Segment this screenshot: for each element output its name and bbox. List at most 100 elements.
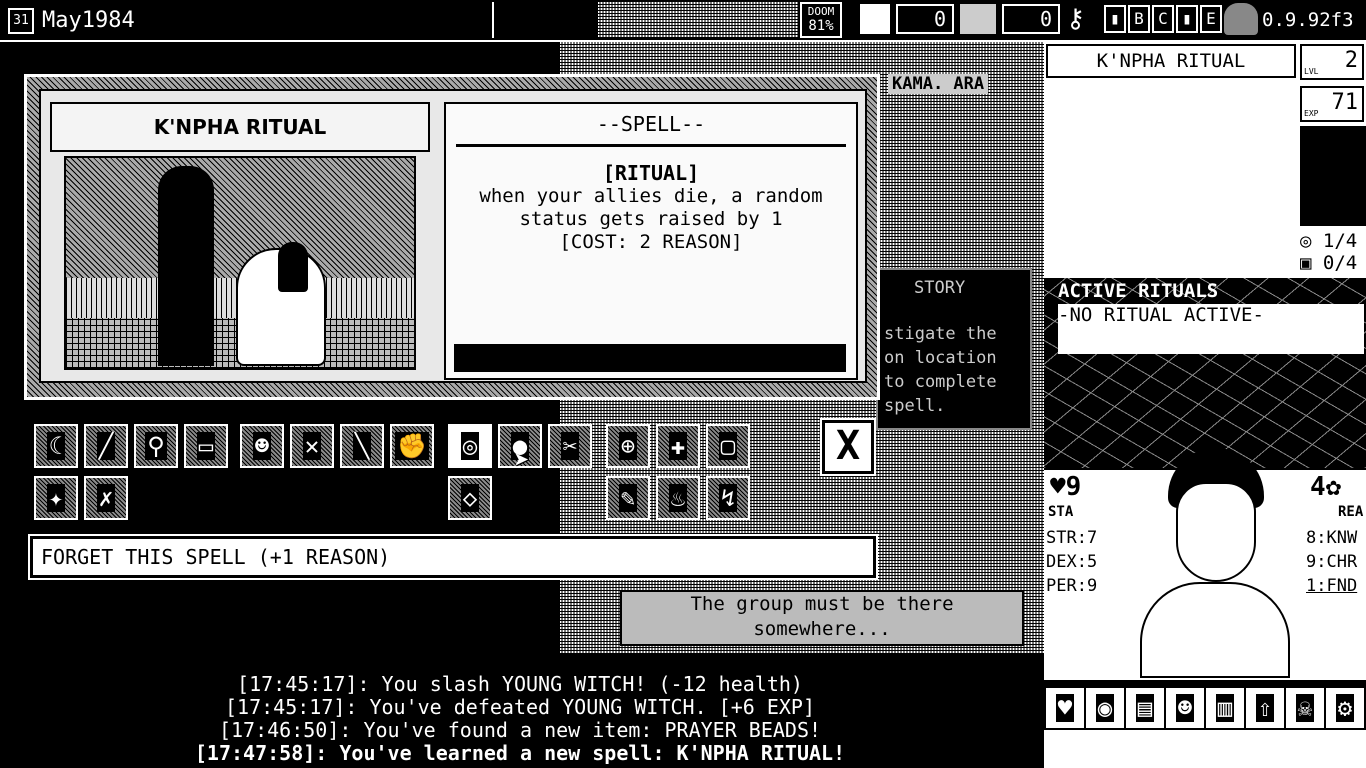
fnd-stat: 1:FND: [1306, 576, 1358, 596]
items-count-value: 0/4: [1322, 252, 1358, 274]
message-box: The group must be there somewhere...: [620, 590, 1024, 646]
counter-2-value: 0: [1039, 7, 1052, 31]
blank-icon[interactable]: ▢: [706, 424, 750, 468]
fire-icon[interactable]: ♨: [656, 476, 700, 520]
close-icon: X: [835, 423, 861, 469]
forget-spell-button[interactable]: FORGET THIS SPELL (+1 REASON): [28, 534, 878, 580]
chr-stat: 9:CHR: [1306, 552, 1358, 572]
gear-icon[interactable]: ⚙: [1326, 688, 1364, 728]
spiral-icon[interactable]: ◎: [448, 424, 492, 468]
book-icon[interactable]: ▭: [184, 424, 228, 468]
version-label: 0.9.92f3: [1262, 9, 1354, 31]
wrench-icon[interactable]: ✎: [606, 476, 650, 520]
people-icon[interactable]: ☻: [240, 424, 284, 468]
torch-icon[interactable]: ✦: [34, 476, 78, 520]
spell-panel: --SPELL-- [RITUAL] when your allies die,…: [444, 102, 858, 380]
magnify-icon[interactable]: ⚲: [134, 424, 178, 468]
message-line-2: somewhere...: [753, 618, 891, 640]
str-stat: STR:7: [1046, 528, 1098, 548]
story-line-1: stigate the: [884, 324, 997, 344]
cthulhu-menu-icon[interactable]: ☠: [1286, 688, 1324, 728]
right-panel: K'NPHA RITUAL LVL 2 EXP 71 ◎ 1/4 ▣ 0/4 A…: [1044, 42, 1366, 768]
location-name: KAMA. ARA: [888, 74, 989, 94]
spell-description: when your allies die, a random status ge…: [479, 185, 823, 230]
spiral-small-icon: ◎: [1300, 230, 1312, 252]
rp-title-box: K'NPHA RITUAL: [1046, 44, 1296, 78]
close-button[interactable]: X: [820, 418, 876, 476]
log-line-2: [17:45:17]: You've defeated YOUNG WITCH.…: [224, 695, 815, 719]
portrait-face: [1176, 482, 1256, 582]
exp-box: EXP 71: [1300, 86, 1364, 122]
run-icon[interactable]: ↯: [706, 476, 750, 520]
cut-icon[interactable]: ✂: [548, 424, 592, 468]
fist-icon[interactable]: ✊: [390, 424, 434, 468]
story-line-4: spell.: [884, 396, 946, 416]
thermometer-icon: ▮: [1104, 5, 1126, 33]
key-icon: ⚷: [1066, 4, 1086, 34]
mask-icon[interactable]: ☻: [1166, 688, 1204, 728]
eye-icon[interactable]: ◉: [1086, 688, 1124, 728]
doom-meter: DOOM 81%: [800, 2, 842, 38]
bag-icon: ▣: [1300, 252, 1312, 274]
moon-icon[interactable]: ☾: [34, 424, 78, 468]
story-title: STORY: [914, 278, 966, 298]
knife-icon[interactable]: ╲: [340, 424, 384, 468]
diamond-icon[interactable]: ◇: [448, 476, 492, 520]
spells-count: ◎ 1/4: [1300, 230, 1357, 252]
card-illustration: [64, 156, 416, 370]
calendar-icon: 31: [8, 8, 34, 34]
swords-icon[interactable]: ✗: [84, 476, 128, 520]
plus-icon[interactable]: ✚: [656, 424, 700, 468]
active-rituals-title: ACTIVE RITUALS: [1058, 280, 1219, 302]
story-panel: STORY stigate the on location to complet…: [876, 268, 1032, 430]
story-line-2: on location: [884, 348, 997, 368]
spell-subtype: [RITUAL]: [602, 161, 700, 185]
rp-title: K'NPHA RITUAL: [1096, 50, 1246, 72]
chart-icon[interactable]: ▤: [1126, 688, 1164, 728]
art-background: [66, 158, 414, 278]
doom-label: DOOM: [807, 5, 835, 18]
active-rituals-value: -NO RITUAL ACTIVE-: [1058, 304, 1264, 326]
character-portrait: [1140, 442, 1290, 678]
active-rituals-box: -NO RITUAL ACTIVE-: [1058, 304, 1364, 354]
reason-stat: 4✿: [1310, 472, 1341, 502]
items-count: ▣ 0/4: [1300, 252, 1357, 274]
counter-1-value: 0: [933, 7, 946, 31]
phone-icon[interactable]: [960, 4, 996, 34]
log-line-3: [17:46:50]: You've found a new item: PRA…: [218, 718, 822, 742]
log-line-1: [17:45:17]: You slash YOUNG WITCH! (-12 …: [237, 672, 803, 696]
cross-person-icon[interactable]: ✕: [290, 424, 334, 468]
counter-box-2: 0: [1002, 4, 1060, 34]
heart-icon[interactable]: ♥: [1046, 688, 1084, 728]
log-line-4: [17:47:58]: You've learned a new spell: …: [194, 741, 846, 765]
level-box: LVL 2: [1300, 44, 1364, 80]
calendar-day: 31: [13, 13, 29, 28]
target-icon[interactable]: ⊕: [606, 424, 650, 468]
counter-box-1: 0: [896, 4, 954, 34]
portrait-body: [1140, 582, 1290, 678]
slash-icon[interactable]: ╱: [84, 424, 128, 468]
story-line-3: to complete: [884, 372, 997, 392]
forget-spell-label: FORGET THIS SPELL (+1 REASON): [41, 545, 391, 569]
doom-landscape: [598, 2, 798, 38]
knw-stat: 8:KNW: [1306, 528, 1358, 548]
spell-card-thumb: [1300, 126, 1366, 226]
level-value: 2: [1344, 48, 1358, 73]
doom-value: 81%: [808, 18, 834, 34]
message-line-1: The group must be there: [690, 593, 954, 615]
exp-value: 71: [1331, 90, 1359, 115]
stamina-label: STA: [1048, 504, 1074, 520]
reason-label: REA: [1338, 504, 1364, 520]
brain-small-icon: ✿: [1325, 472, 1342, 502]
door-icon[interactable]: ⇧: [1246, 688, 1284, 728]
art-standing-figure: [158, 166, 214, 366]
heart-small-icon: ♥: [1050, 472, 1066, 502]
top-bar: 31 May1984 DOOM 81% 0 0 ⚷ ▮ B C ▮ E 0.9.…: [0, 0, 1366, 42]
key-letter-c: C: [1152, 5, 1174, 33]
per-stat: PER:9: [1046, 576, 1098, 596]
current-date: May1984: [42, 8, 135, 33]
stamina-value: 9: [1065, 472, 1082, 502]
bottom-empty: [1044, 732, 1366, 768]
gift-icon[interactable]: [860, 4, 890, 34]
building-icon[interactable]: ▥: [1206, 688, 1244, 728]
